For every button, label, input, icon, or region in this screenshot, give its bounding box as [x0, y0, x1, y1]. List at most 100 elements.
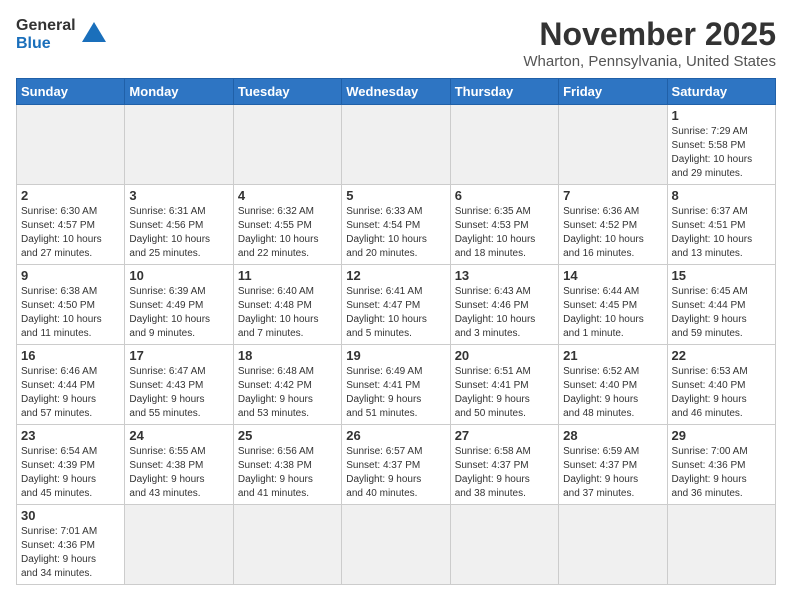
day-number: 9: [21, 268, 120, 283]
day-number: 2: [21, 188, 120, 203]
calendar-cell: [450, 505, 558, 585]
calendar-week-row: 23Sunrise: 6:54 AM Sunset: 4:39 PM Dayli…: [17, 425, 776, 505]
day-info: Sunrise: 6:43 AM Sunset: 4:46 PM Dayligh…: [455, 286, 536, 339]
day-info: Sunrise: 6:58 AM Sunset: 4:37 PM Dayligh…: [455, 446, 531, 499]
day-number: 1: [672, 108, 771, 123]
calendar-cell: 25Sunrise: 6:56 AM Sunset: 4:38 PM Dayli…: [233, 425, 341, 505]
calendar-cell: [125, 105, 233, 185]
col-header-friday: Friday: [559, 79, 667, 105]
calendar-cell: 3 Sunrise: 6:31 AM Sunset: 4:56 PM Daylig…: [125, 185, 233, 265]
calendar-cell: 21Sunrise: 6:52 AM Sunset: 4:40 PM Dayli…: [559, 345, 667, 425]
day-number: 29: [672, 428, 771, 443]
day-number: 11: [238, 268, 337, 283]
col-header-tuesday: Tuesday: [233, 79, 341, 105]
day-info: Sunrise: 7:00 AM Sunset: 4:36 PM Dayligh…: [672, 446, 748, 499]
day-info: Sunrise: 6:48 AM Sunset: 4:42 PM Dayligh…: [238, 366, 314, 419]
calendar-cell: 7 Sunrise: 6:36 AM Sunset: 4:52 PM Daylig…: [559, 185, 667, 265]
calendar-cell: 6Sunrise: 6:35 AM Sunset: 4:53 PM Daylig…: [450, 185, 558, 265]
logo-general: General: [16, 17, 76, 34]
day-info: Sunrise: 6:37 AM Sunset: 4:51 PM Dayligh…: [672, 206, 753, 259]
day-info: Sunrise: 6:45 AM Sunset: 4:44 PM Dayligh…: [672, 286, 748, 339]
day-number: 13: [455, 268, 554, 283]
day-number: 12: [346, 268, 445, 283]
day-info: Sunrise: 7:29 AM Sunset: 5:58 PM Dayligh…: [672, 126, 753, 179]
calendar-header-row: SundayMondayTuesdayWednesdayThursdayFrid…: [17, 79, 776, 105]
calendar-cell: 20Sunrise: 6:51 AM Sunset: 4:41 PM Dayli…: [450, 345, 558, 425]
logo: General Blue: [16, 16, 108, 53]
day-info: Sunrise: 6:57 AM Sunset: 4:37 PM Dayligh…: [346, 446, 422, 499]
day-info: Sunrise: 6:35 AM Sunset: 4:53 PM Dayligh…: [455, 206, 536, 259]
calendar-cell: [450, 105, 558, 185]
calendar-cell: 12 Sunrise: 6:41 AM Sunset: 4:47 PM Dayli…: [342, 265, 450, 345]
day-number: 14: [563, 268, 662, 283]
day-info: Sunrise: 6:33 AM Sunset: 4:54 PM Dayligh…: [346, 206, 427, 259]
day-number: 4: [238, 188, 337, 203]
logo-icon: [80, 20, 108, 53]
page-subtitle: Wharton, Pennsylvania, United States: [523, 53, 776, 70]
day-info: Sunrise: 6:59 AM Sunset: 4:37 PM Dayligh…: [563, 446, 639, 499]
calendar-week-row: 16Sunrise: 6:46 AM Sunset: 4:44 PM Dayli…: [17, 345, 776, 425]
calendar-cell: [342, 505, 450, 585]
calendar-cell: 29 Sunrise: 7:00 AM Sunset: 4:36 PM Dayli…: [667, 425, 775, 505]
calendar-cell: 22Sunrise: 6:53 AM Sunset: 4:40 PM Dayli…: [667, 345, 775, 425]
calendar-week-row: 9 Sunrise: 6:38 AM Sunset: 4:50 PM Daylig…: [17, 265, 776, 345]
day-info: Sunrise: 6:31 AM Sunset: 4:56 PM Dayligh…: [129, 206, 210, 259]
col-header-thursday: Thursday: [450, 79, 558, 105]
calendar-cell: [559, 105, 667, 185]
day-number: 19: [346, 348, 445, 363]
col-header-wednesday: Wednesday: [342, 79, 450, 105]
calendar-cell: 9 Sunrise: 6:38 AM Sunset: 4:50 PM Daylig…: [17, 265, 125, 345]
day-number: 15: [672, 268, 771, 283]
calendar-cell: 10Sunrise: 6:39 AM Sunset: 4:49 PM Dayli…: [125, 265, 233, 345]
calendar-cell: 18Sunrise: 6:48 AM Sunset: 4:42 PM Dayli…: [233, 345, 341, 425]
calendar-week-row: 1 Sunrise: 7:29 AM Sunset: 5:58 PM Daylig…: [17, 105, 776, 185]
day-number: 27: [455, 428, 554, 443]
logo-blue: Blue: [16, 35, 51, 52]
calendar-cell: 5Sunrise: 6:33 AM Sunset: 4:54 PM Daylig…: [342, 185, 450, 265]
calendar-week-row: 30Sunrise: 7:01 AM Sunset: 4:36 PM Dayli…: [17, 505, 776, 585]
calendar-cell: 27 Sunrise: 6:58 AM Sunset: 4:37 PM Dayli…: [450, 425, 558, 505]
day-number: 7: [563, 188, 662, 203]
day-number: 24: [129, 428, 228, 443]
col-header-sunday: Sunday: [17, 79, 125, 105]
day-number: 3: [129, 188, 228, 203]
calendar-cell: [559, 505, 667, 585]
day-info: Sunrise: 6:52 AM Sunset: 4:40 PM Dayligh…: [563, 366, 639, 419]
calendar-cell: 30Sunrise: 7:01 AM Sunset: 4:36 PM Dayli…: [17, 505, 125, 585]
day-info: Sunrise: 6:41 AM Sunset: 4:47 PM Dayligh…: [346, 286, 427, 339]
day-number: 17: [129, 348, 228, 363]
calendar-cell: 13 Sunrise: 6:43 AM Sunset: 4:46 PM Dayli…: [450, 265, 558, 345]
calendar-cell: 1 Sunrise: 7:29 AM Sunset: 5:58 PM Daylig…: [667, 105, 775, 185]
calendar-cell: [342, 105, 450, 185]
title-area: November 2025 Wharton, Pennsylvania, Uni…: [523, 16, 776, 70]
day-info: Sunrise: 6:30 AM Sunset: 4:57 PM Dayligh…: [21, 206, 102, 259]
calendar-cell: [125, 505, 233, 585]
day-number: 8: [672, 188, 771, 203]
day-number: 10: [129, 268, 228, 283]
day-info: Sunrise: 7:01 AM Sunset: 4:36 PM Dayligh…: [21, 526, 97, 579]
day-info: Sunrise: 6:49 AM Sunset: 4:41 PM Dayligh…: [346, 366, 422, 419]
calendar-cell: 28Sunrise: 6:59 AM Sunset: 4:37 PM Dayli…: [559, 425, 667, 505]
day-info: Sunrise: 6:38 AM Sunset: 4:50 PM Dayligh…: [21, 286, 102, 339]
calendar-table: SundayMondayTuesdayWednesdayThursdayFrid…: [16, 78, 776, 585]
calendar-cell: 19 Sunrise: 6:49 AM Sunset: 4:41 PM Dayli…: [342, 345, 450, 425]
day-number: 16: [21, 348, 120, 363]
calendar-cell: 2 Sunrise: 6:30 AM Sunset: 4:57 PM Daylig…: [17, 185, 125, 265]
day-info: Sunrise: 6:54 AM Sunset: 4:39 PM Dayligh…: [21, 446, 97, 499]
calendar-week-row: 2 Sunrise: 6:30 AM Sunset: 4:57 PM Daylig…: [17, 185, 776, 265]
day-info: Sunrise: 6:51 AM Sunset: 4:41 PM Dayligh…: [455, 366, 531, 419]
calendar-cell: 8 Sunrise: 6:37 AM Sunset: 4:51 PM Daylig…: [667, 185, 775, 265]
calendar-cell: 14 Sunrise: 6:44 AM Sunset: 4:45 PM Dayli…: [559, 265, 667, 345]
col-header-saturday: Saturday: [667, 79, 775, 105]
day-info: Sunrise: 6:36 AM Sunset: 4:52 PM Dayligh…: [563, 206, 644, 259]
calendar-cell: [17, 105, 125, 185]
calendar-cell: [667, 505, 775, 585]
page-header: General Blue November 2025 Wharton, Penn…: [16, 16, 776, 70]
calendar-cell: 4 Sunrise: 6:32 AM Sunset: 4:55 PM Daylig…: [233, 185, 341, 265]
day-info: Sunrise: 6:32 AM Sunset: 4:55 PM Dayligh…: [238, 206, 319, 259]
page-title: November 2025: [523, 16, 776, 53]
calendar-cell: [233, 505, 341, 585]
day-info: Sunrise: 6:44 AM Sunset: 4:45 PM Dayligh…: [563, 286, 644, 339]
calendar-cell: 23Sunrise: 6:54 AM Sunset: 4:39 PM Dayli…: [17, 425, 125, 505]
calendar-cell: 15 Sunrise: 6:45 AM Sunset: 4:44 PM Dayli…: [667, 265, 775, 345]
